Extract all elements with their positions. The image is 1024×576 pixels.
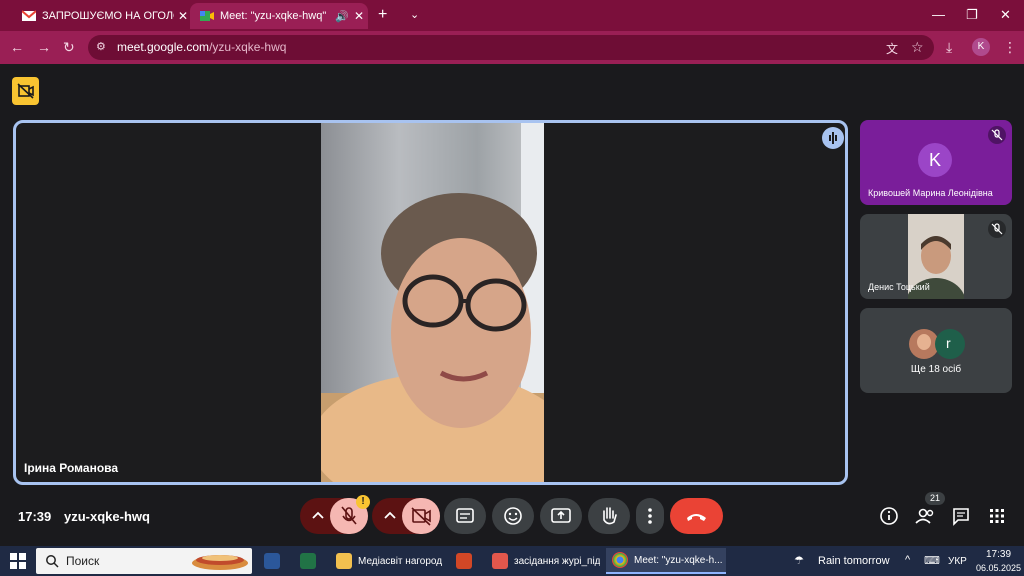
site-settings-icon[interactable]: ⚙: [96, 40, 106, 53]
url-path: /yzu-xqke-hwq: [209, 40, 287, 54]
close-icon[interactable]: ✕: [350, 9, 368, 23]
info-icon: [880, 507, 898, 525]
present-screen-button[interactable]: [540, 498, 582, 534]
participant-tile[interactable]: K Кривошей Марина Леонідівна: [860, 120, 1012, 205]
tab-search-chevron-icon[interactable]: ⌄: [410, 8, 419, 21]
hang-up-icon: [687, 514, 706, 521]
language-indicator[interactable]: УКР: [948, 556, 967, 567]
more-participants-tile[interactable]: r Ще 18 осіб: [860, 308, 1012, 393]
taskbar-pdf-window[interactable]: засідання журі_під...: [486, 548, 600, 574]
meeting-code: yzu-xqke-hwq: [64, 509, 150, 524]
taskbar-powerpoint[interactable]: [450, 548, 480, 574]
captions-icon: [456, 508, 474, 523]
restore-icon[interactable]: ❐: [966, 7, 978, 23]
apps-grid-icon: [990, 509, 1004, 523]
emoji-icon: [504, 507, 522, 525]
download-icon[interactable]: ⤓: [946, 39, 952, 56]
chevron-up-icon: [384, 511, 396, 519]
taskbar-item-label: засідання журі_під...: [514, 555, 600, 567]
translate-icon[interactable]: 文: [886, 40, 898, 57]
new-tab-button[interactable]: +: [378, 6, 387, 24]
bookmark-star-icon[interactable]: ☆: [911, 39, 924, 56]
speaking-indicator-icon: [822, 127, 844, 149]
kebab-menu-icon: [648, 508, 652, 524]
chat-icon: [953, 508, 969, 526]
chrome-icon: [612, 552, 628, 568]
mic-off-icon: [988, 126, 1006, 144]
main-participant-tile[interactable]: [13, 120, 848, 485]
more-options-button[interactable]: [636, 498, 664, 534]
camera-off-icon: [411, 507, 431, 526]
people-button[interactable]: [914, 506, 936, 531]
taskbar-word[interactable]: [258, 548, 288, 574]
no-camera-warning-button[interactable]: [12, 77, 39, 105]
tab-gmail-title: ЗАПРОШУЄМО НА ОГОЛОШЕ: [42, 10, 174, 22]
search-icon: [46, 555, 59, 568]
camera-off-icon: [17, 83, 34, 99]
tab-gmail[interactable]: ЗАПРОШУЄМО НА ОГОЛОШЕ ✕: [12, 3, 192, 29]
windows-start-button[interactable]: [10, 553, 26, 574]
captions-button[interactable]: [444, 498, 486, 534]
address-bar-url: meet.google.com/yzu-xqke-hwq: [117, 40, 286, 54]
windows-logo-icon: [10, 553, 26, 569]
speaker-icon[interactable]: 🔊: [334, 10, 350, 23]
people-icon: [915, 508, 934, 524]
tab-meet[interactable]: Meet: "yzu-xqke-hwq" 🔊 ✕: [190, 3, 368, 29]
chat-button[interactable]: [951, 506, 971, 531]
reload-icon[interactable]: ↻: [63, 39, 75, 56]
taskbar-chrome-window[interactable]: Meet: "yzu-xqke-h...: [606, 548, 726, 574]
weather-icon[interactable]: ☂: [794, 554, 804, 567]
word-icon: [264, 553, 280, 569]
participant-tile[interactable]: Денис Тоцький: [860, 214, 1012, 299]
avatar: r: [946, 335, 951, 351]
forward-arrow-icon[interactable]: →: [37, 39, 51, 55]
taskbar-search-placeholder: Поиск: [66, 554, 100, 568]
leave-call-button[interactable]: [670, 498, 723, 534]
hand-icon: [603, 507, 617, 525]
taskbar-date[interactable]: 06.05.2025: [976, 563, 1021, 573]
participant-name: Денис Тоцький: [868, 282, 930, 292]
taskbar-excel[interactable]: [294, 548, 324, 574]
taskbar-item-label: Meet: "yzu-xqke-h...: [634, 554, 723, 566]
profile-avatar[interactable]: K: [972, 38, 990, 56]
mic-warning-badge: !: [356, 495, 370, 509]
avatar: K: [918, 143, 952, 177]
url-host: meet.google.com: [117, 40, 210, 54]
reactions-button[interactable]: [492, 498, 534, 534]
participant-avatars: r: [908, 328, 968, 365]
weather-label[interactable]: Rain tomorrow: [818, 555, 890, 567]
taskbar-folder-window[interactable]: Медіасвіт нагород...: [330, 548, 442, 574]
excel-icon: [300, 553, 316, 569]
meet-icon: [200, 9, 214, 23]
main-participant-name: Ірина Романова: [24, 461, 119, 475]
participant-name: Кривошей Марина Леонідівна: [868, 188, 993, 198]
camera-toggle-button[interactable]: [402, 498, 440, 534]
keyboard-icon[interactable]: ⌨: [924, 554, 940, 567]
gmail-icon: [21, 9, 37, 23]
chevron-up-icon: [312, 511, 324, 519]
people-count-badge: 21: [925, 492, 945, 505]
kebab-menu-icon[interactable]: ⋮: [1003, 39, 1017, 56]
present-screen-icon: [551, 508, 571, 523]
taskbar-time[interactable]: 17:39: [986, 549, 1011, 560]
participant-video: [321, 123, 544, 482]
back-arrow-icon[interactable]: ←: [10, 39, 24, 55]
activities-button[interactable]: [987, 506, 1007, 531]
more-participants-label: Ще 18 осіб: [910, 364, 962, 375]
taskbar-item-label: Медіасвіт нагород...: [358, 555, 442, 567]
taskbar-search-box[interactable]: Поиск: [36, 548, 252, 574]
tab-meet-title: Meet: "yzu-xqke-hwq": [220, 10, 327, 22]
close-window-icon[interactable]: ✕: [1000, 7, 1011, 23]
search-highlight-image: [192, 555, 248, 570]
folder-icon: [336, 553, 352, 569]
minimize-icon[interactable]: —: [932, 7, 945, 22]
pdf-icon: [492, 553, 508, 569]
meeting-clock: 17:39: [18, 509, 52, 524]
mic-off-icon: [988, 220, 1006, 238]
chevron-up-icon[interactable]: ^: [905, 554, 910, 566]
meeting-details-button[interactable]: [879, 506, 899, 531]
powerpoint-icon: [456, 553, 472, 569]
raise-hand-button[interactable]: [588, 498, 630, 534]
